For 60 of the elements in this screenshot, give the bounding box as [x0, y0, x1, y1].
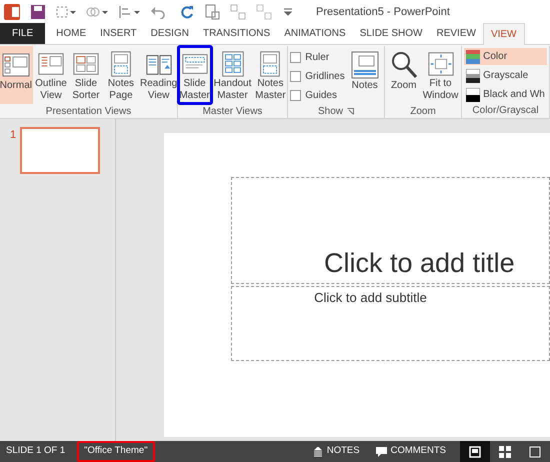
notes-icon [312, 446, 323, 456]
ribbon-button[interactable]: Slide Sorter [68, 46, 103, 104]
group-label: Presentation Views [46, 105, 132, 118]
group-label: Color/Grayscal [472, 104, 539, 118]
ribbon-button[interactable]: Reading View [138, 46, 178, 104]
normal-view-icon [469, 446, 481, 458]
ribbon-tab[interactable]: HOME [49, 23, 94, 44]
ribbon-button[interactable]: Notes [348, 46, 382, 104]
comments-button[interactable]: COMMENTS [376, 444, 446, 459]
color-swatch-icon [466, 50, 480, 64]
subtitle-placeholder[interactable]: Click to add subtitle [231, 286, 550, 361]
group-label: Zoom [410, 105, 436, 118]
app-logo-icon[interactable] [4, 4, 20, 20]
four-squares-icon [499, 446, 511, 458]
comment-icon [376, 446, 387, 456]
align-dropdown-icon[interactable] [118, 5, 140, 19]
grid-dropdown-icon[interactable] [56, 5, 76, 19]
title-placeholder[interactable]: Click to add title [231, 177, 550, 284]
grayscale-swatch-icon [466, 68, 480, 82]
theme-name[interactable]: "Office Theme" [77, 441, 155, 462]
notes-button[interactable]: NOTES [312, 444, 360, 459]
ribbon-button[interactable]: Zoom [386, 46, 421, 104]
ribbon-button[interactable]: Slide Master [178, 46, 212, 104]
view-button[interactable] [460, 441, 490, 462]
ribbon-tab[interactable]: REVIEW [429, 23, 483, 44]
square-icon [529, 446, 541, 458]
ribbon-button[interactable]: Normal [0, 46, 33, 104]
ribbon-tab[interactable]: INSERT [93, 23, 144, 44]
slide-count: SLIDE 1 OF 1 [5, 444, 66, 458]
group-label: Master Views [202, 105, 262, 118]
slide-thumbnail[interactable] [20, 127, 100, 174]
color-mode-option[interactable]: Color [464, 48, 547, 65]
ribbon-button[interactable]: Handout Master [212, 46, 252, 104]
ribbon-tab[interactable]: FILE [0, 23, 46, 44]
ribbon-button[interactable]: Notes Page [104, 46, 138, 104]
window-title: Presentation5 - PowerPoint [316, 4, 450, 20]
ribbon-tab[interactable]: VIEW [482, 23, 524, 45]
notes-pane-icon [350, 50, 380, 80]
checkbox[interactable]: Ruler [290, 50, 345, 65]
ribbon-tab[interactable]: DESIGN [144, 23, 196, 44]
contrast-swatch-icon [466, 88, 480, 102]
color-mode-option[interactable]: Black and Wh [464, 86, 547, 103]
checkbox[interactable]: Guides [290, 88, 345, 103]
customize-icon[interactable] [282, 6, 294, 18]
fit-window-icon [426, 50, 456, 78]
shapes-dropdown-icon[interactable] [86, 5, 108, 19]
group-label: Show [318, 105, 343, 118]
ribbon-tab[interactable]: TRANSITIONS [196, 23, 278, 44]
slide-number: 1 [10, 128, 16, 143]
ribbon-button[interactable]: Outline View [34, 46, 68, 104]
dialog-launcher-icon[interactable] [347, 108, 354, 115]
document-icon[interactable] [204, 4, 220, 20]
color-mode-option[interactable]: Grayscale [464, 67, 547, 84]
ribbon-button[interactable]: Notes Master [253, 46, 288, 104]
save-icon[interactable] [30, 4, 46, 20]
redo-icon[interactable] [180, 5, 194, 19]
ribbon-tab[interactable]: SLIDE SHOW [352, 23, 430, 44]
checkbox[interactable]: Gridlines [290, 69, 345, 84]
ribbon-tab[interactable]: ANIMATIONS [277, 23, 353, 44]
ribbon-button[interactable]: Fit to Window [422, 46, 460, 104]
